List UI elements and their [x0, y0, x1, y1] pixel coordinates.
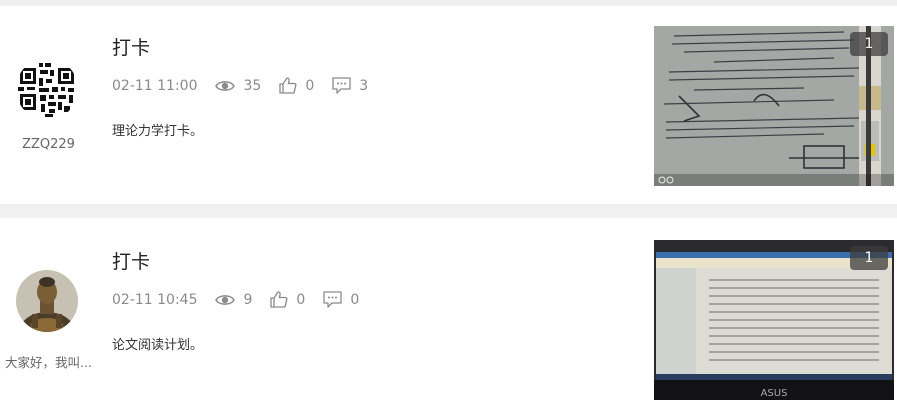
- post-thumbnail[interactable]: 1: [654, 26, 894, 186]
- like-button[interactable]: 0: [270, 291, 305, 308]
- views-stat: 9: [215, 292, 252, 308]
- likes-count: 0: [305, 77, 315, 94]
- qr-code-avatar-icon: [16, 58, 78, 120]
- buddha-statue-avatar-icon: [16, 270, 78, 332]
- post-title[interactable]: 打卡: [112, 33, 150, 60]
- post-excerpt[interactable]: 论文阅读计划。: [112, 334, 203, 353]
- comments-count: 0: [350, 291, 360, 308]
- comment-icon: [332, 77, 351, 94]
- avatar[interactable]: [16, 58, 78, 120]
- comment-button[interactable]: 3: [332, 77, 368, 94]
- post-title[interactable]: 打卡: [112, 247, 150, 274]
- post-date: 02-11 11:00: [112, 77, 198, 94]
- svg-text:ASUS: ASUS: [761, 388, 788, 399]
- image-count-badge: 1: [850, 32, 888, 56]
- like-button[interactable]: 0: [279, 77, 314, 94]
- author-name[interactable]: 大家好，我叫...: [0, 352, 97, 371]
- post-thumbnail[interactable]: ASUS 1: [654, 240, 894, 400]
- post-feed: ZZQ229 打卡 02-11 11:00 35 0 3 理论力学打卡。 1 大…: [0, 0, 897, 409]
- post-card[interactable]: 大家好，我叫... 打卡 02-11 10:45 9 0 0 论文阅读计划。 A…: [0, 218, 897, 409]
- views-count: 35: [243, 77, 262, 94]
- author-name[interactable]: ZZQ229: [0, 137, 97, 152]
- likes-count: 0: [296, 291, 306, 308]
- comment-icon: [323, 291, 342, 308]
- image-count-badge: 1: [850, 246, 888, 270]
- post-meta: 02-11 11:00 35 0 3: [112, 77, 386, 94]
- post-card[interactable]: ZZQ229 打卡 02-11 11:00 35 0 3 理论力学打卡。 1: [0, 6, 897, 204]
- avatar[interactable]: [16, 270, 78, 332]
- post-meta: 02-11 10:45 9 0 0: [112, 291, 377, 308]
- eye-icon: [215, 294, 236, 305]
- comment-button[interactable]: 0: [323, 291, 359, 308]
- thumbs-up-icon: [270, 291, 288, 308]
- views-count: 9: [243, 291, 253, 308]
- views-stat: 35: [215, 78, 261, 94]
- post-date: 02-11 10:45: [112, 291, 198, 308]
- comments-count: 3: [359, 77, 369, 94]
- post-excerpt[interactable]: 理论力学打卡。: [112, 120, 203, 139]
- eye-icon: [215, 80, 236, 91]
- thumbs-up-icon: [279, 77, 297, 94]
